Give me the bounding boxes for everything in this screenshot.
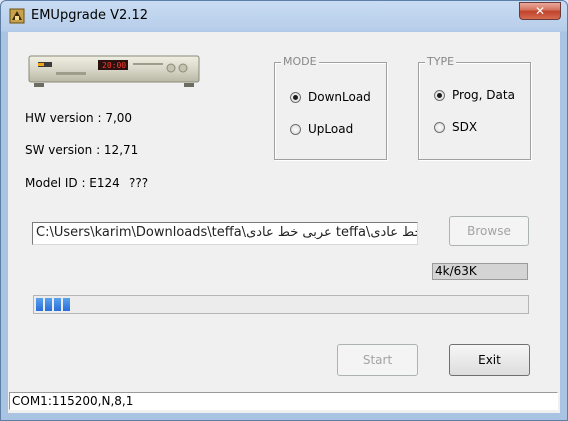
window-title: EMUpgrade V2.12 — [31, 8, 148, 23]
file-path-text: C:\Users\karim\Downloads\teffa\عربی خط ع… — [36, 225, 417, 240]
exit-button-label: Exit — [478, 353, 501, 367]
transfer-size-display: 4k/63K — [432, 263, 528, 280]
start-button-label: Start — [362, 353, 393, 367]
model-unknown-label: ??? — [129, 176, 149, 190]
model-id-label: Model ID : E124 — [25, 176, 120, 190]
hw-version-label: HW version : 7,00 — [25, 111, 133, 125]
app-icon — [9, 8, 25, 24]
exit-button[interactable]: Exit — [449, 344, 530, 376]
progress-segment — [45, 298, 52, 311]
upgrade-progress-bar — [33, 295, 529, 314]
start-button[interactable]: Start — [337, 344, 418, 376]
progress-fill — [36, 298, 70, 311]
client-area: 20:00 HW version : 7,00 SW version : 12,… — [8, 32, 560, 413]
status-text: COM1:115200,N,8,1 — [12, 394, 134, 408]
type-progdata-radio[interactable]: Prog, Data — [434, 88, 515, 102]
close-button[interactable]: ✕ — [519, 2, 561, 20]
mode-download-radio[interactable]: DownLoad — [290, 90, 371, 104]
type-group-title: TYPE — [425, 55, 457, 68]
device-display-text: 20:00 — [102, 61, 126, 70]
progress-segment — [54, 298, 61, 311]
app-window: EMUpgrade V2.12 ✕ 20:00 HW version: 7,0… — [0, 0, 568, 421]
file-path-field[interactable]: C:\Users\karim\Downloads\teffa\عربی خط ع… — [32, 222, 418, 245]
mode-group: MODE DownLoad UpLoad — [274, 55, 387, 160]
mode-upload-label: UpLoad — [308, 122, 354, 136]
receiver-device-image: 20:00 — [28, 55, 200, 87]
mode-upload-radio[interactable]: UpLoad — [290, 122, 353, 136]
radio-checked-icon[interactable] — [290, 91, 301, 103]
radio-unchecked-icon[interactable] — [290, 123, 301, 135]
type-sdx-radio[interactable]: SDX — [434, 120, 477, 134]
type-sdx-label: SDX — [452, 120, 478, 134]
transfer-size-text: 4k/63K — [435, 264, 477, 278]
type-progdata-label: Prog, Data — [452, 88, 515, 102]
close-icon: ✕ — [534, 4, 546, 18]
browse-button-label: Browse — [467, 224, 511, 238]
mode-download-label: DownLoad — [308, 90, 371, 104]
radio-checked-icon[interactable] — [434, 89, 445, 101]
radio-unchecked-icon[interactable] — [434, 121, 445, 133]
type-group: TYPE Prog, Data SDX — [418, 55, 531, 160]
progress-segment — [63, 298, 70, 311]
browse-button[interactable]: Browse — [449, 216, 529, 246]
mode-group-title: MODE — [281, 55, 319, 68]
sw-version-label: SW version : 12,71 — [25, 143, 139, 157]
title-bar[interactable]: EMUpgrade V2.12 ✕ — [1, 1, 567, 32]
progress-segment — [36, 298, 43, 311]
status-bar: COM1:115200,N,8,1 — [9, 392, 558, 410]
